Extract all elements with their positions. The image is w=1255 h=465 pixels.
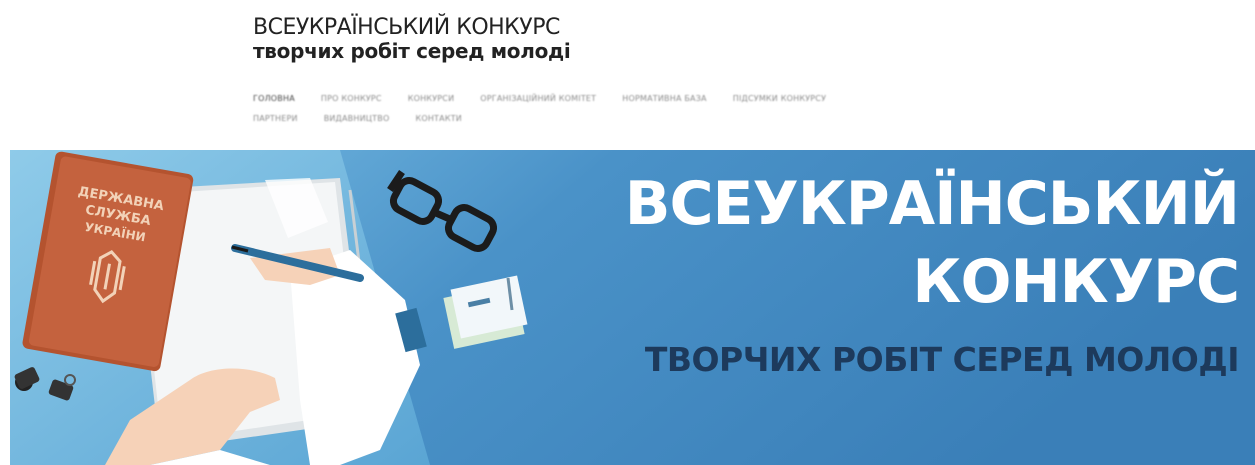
banner-subheading: ТВОРЧИХ РОБІТ СЕРЕД МОЛОДІ [644,340,1240,379]
site-title-link[interactable]: ВСЕУКРАЇНСЬКИЙ КОНКУРС творчих робіт сер… [253,15,571,63]
banner-heading-block: ВСЕУКРАЇНСЬКИЙ КОНКУРС ТВОРЧИХ РОБІТ СЕР… [624,168,1240,380]
nav-item-row1-4[interactable]: НОРМАТИВНА БАЗА [622,94,706,103]
banner-heading-line1: ВСЕУКРАЇНСЬКИЙ [624,169,1240,239]
nav-item-row2-2[interactable]: КОНТАКТИ [415,114,462,123]
site-header: ВСЕУКРАЇНСЬКИЙ КОНКУРС творчих робіт сер… [0,0,1255,150]
site-title-line1: ВСЕУКРАЇНСЬКИЙ КОНКУРС [253,15,560,40]
banner-heading-line2: КОНКУРС [912,247,1240,317]
nav-item-row1-1[interactable]: ПРО КОНКУРС [321,94,382,103]
site-title-line2: творчих робіт серед молоді [253,39,571,63]
nav-item-row1-3[interactable]: ОРГАНІЗАЦІЙНИЙ КОМІТЕТ [480,94,596,103]
nav-item-row1-2[interactable]: КОНКУРСИ [408,94,455,103]
hero-banner: ДЕРЖАВНА СЛУЖБА УКРАЇНИ ВСЕУКРАЇНСЬКИЙ К… [10,150,1255,465]
nav-row-primary: ГОЛОВНА ПРО КОНКУРС КОНКУРСИ ОРГАНІЗАЦІЙНИЙ… [253,88,1013,108]
main-navigation: ГОЛОВНА ПРО КОНКУРС КОНКУРСИ ОРГАНІЗАЦІЙНИЙ… [253,88,1013,128]
nav-item-row1-5[interactable]: ПІДСУМКИ КОНКУРСУ [733,94,826,103]
nav-row-secondary: ПАРТНЕРИ ВИДАВНИЦТВО КОНТАКТИ [253,108,1013,128]
nav-item-row2-0[interactable]: ПАРТНЕРИ [253,114,298,123]
nav-item-row1-0[interactable]: ГОЛОВНА [253,94,295,103]
nav-item-row2-1[interactable]: ВИДАВНИЦТВО [324,114,390,123]
